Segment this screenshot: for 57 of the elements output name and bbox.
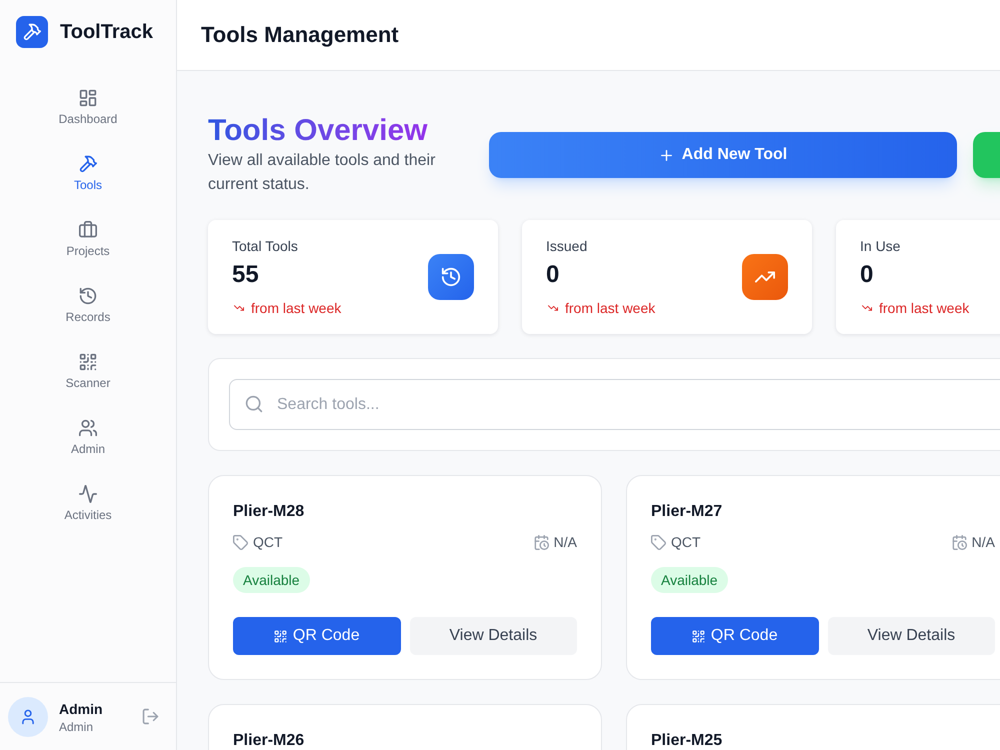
- qr-code-icon: [692, 630, 705, 642]
- section-subtitle: View all available tools and their current status.: [208, 151, 436, 195]
- tool-name: Plier-M25: [651, 731, 724, 750]
- nav-item[interactable]: Admin: [0, 405, 176, 471]
- qr-code-icon: [274, 630, 287, 642]
- tool-name: Plier-M28: [233, 502, 306, 522]
- stat-trend: from last week: [565, 299, 656, 318]
- nav-item[interactable]: Scanner: [0, 339, 176, 405]
- tool-due-date: N/A: [972, 533, 995, 552]
- trend-up-icon: [742, 254, 788, 300]
- tool-due-date: N/A: [554, 533, 577, 552]
- hammer-logo-icon: [16, 16, 48, 48]
- stat-trend: from last week: [251, 299, 342, 318]
- user-name: Admin: [59, 700, 103, 718]
- nav-item[interactable]: Activities: [0, 471, 176, 537]
- tool-name: Plier-M26: [233, 731, 306, 750]
- calendar-clock-icon: [534, 534, 549, 550]
- hammer-icon[interactable]: [79, 155, 97, 173]
- qr-code-button[interactable]: QR Code: [233, 617, 400, 655]
- nav-item[interactable]: Records: [0, 273, 176, 339]
- tool-category: QCT: [671, 533, 701, 552]
- tool-category: QCT: [253, 533, 283, 552]
- page-title: Tools Management: [201, 21, 399, 49]
- briefcase-icon[interactable]: [79, 221, 97, 239]
- logout-icon[interactable]: [142, 708, 159, 725]
- stat-value: 55: [232, 260, 260, 290]
- add-tool-button[interactable]: Add New Tool: [489, 132, 957, 178]
- stat-value: 0: [546, 260, 560, 290]
- qr-code-button[interactable]: QR Code: [651, 617, 818, 655]
- calendar-clock-icon: [952, 534, 967, 550]
- view-details-button[interactable]: View Details: [828, 617, 995, 655]
- stat-label: In Use: [860, 237, 902, 256]
- users-icon[interactable]: [79, 419, 97, 437]
- history-icon: [428, 254, 474, 300]
- pulse-icon[interactable]: [79, 485, 97, 503]
- status-badge: Available: [233, 567, 310, 593]
- plus-icon: [658, 148, 674, 162]
- avatar-icon: [8, 696, 48, 736]
- tag-icon: [233, 534, 248, 550]
- search-icon: [245, 395, 263, 413]
- app-name: ToolTrack: [60, 20, 153, 45]
- grid-icon[interactable]: [79, 89, 97, 107]
- view-details-button[interactable]: View Details: [410, 617, 577, 655]
- nav-item[interactable]: Tools: [0, 141, 176, 207]
- search-field[interactable]: Search tools...: [229, 379, 1000, 430]
- tag-icon: [651, 534, 666, 550]
- status-badge: Available: [651, 567, 728, 593]
- stat-value: 0: [860, 260, 874, 290]
- tool-name: Plier-M27: [651, 502, 724, 522]
- nav-item[interactable]: Dashboard: [0, 75, 176, 141]
- nav-item[interactable]: Projects: [0, 207, 176, 273]
- user-role: Admin: [59, 718, 94, 734]
- stat-trend: from last week: [879, 299, 970, 318]
- stat-label: Issued: [546, 237, 588, 256]
- qr-code-icon[interactable]: [79, 353, 97, 371]
- history-icon[interactable]: [79, 287, 97, 305]
- stat-label: Total Tools: [232, 237, 299, 256]
